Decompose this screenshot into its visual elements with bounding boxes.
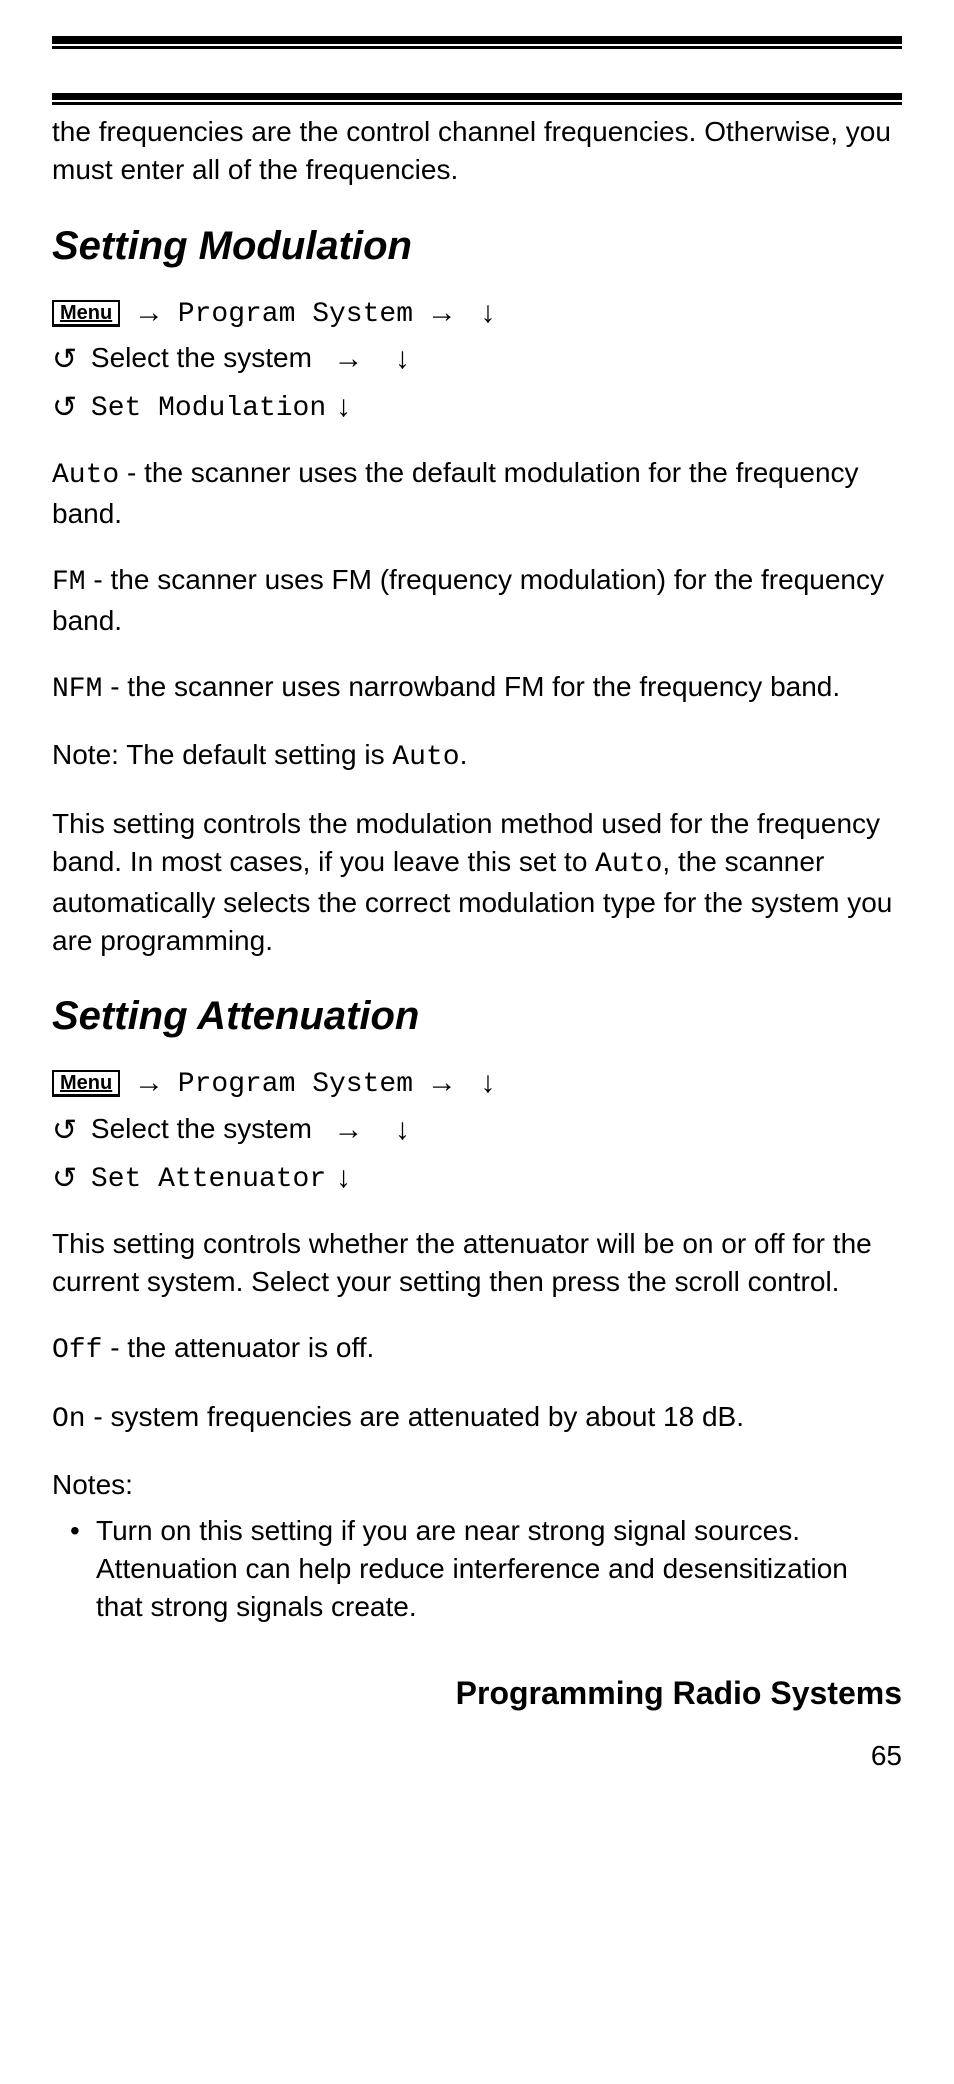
arrow-right-icon: → (427, 1063, 457, 1104)
arrow-down-icon: ↓ (336, 1158, 351, 1199)
page-number: 65 (52, 1737, 902, 1775)
mod-note-line: Note: The default setting is Auto. (52, 736, 902, 777)
nav-line-mod-2: ↺ Select the system → ↓ (52, 339, 902, 381)
heading-setting-modulation: Setting Modulation (52, 219, 902, 273)
nav-text: Select the system (91, 342, 312, 373)
menu-key-icon: Menu (52, 300, 120, 327)
nav-line-att-2: ↺ Select the system → ↓ (52, 1110, 902, 1152)
desc-text: - system frequencies are attenuated by a… (86, 1401, 744, 1432)
mod-fm-line: FM - the scanner uses FM (frequency modu… (52, 561, 902, 640)
desc-text: - the attenuator is off. (102, 1332, 374, 1363)
menu-key-icon: Menu (52, 1070, 120, 1097)
arrow-right-icon: → (134, 1063, 164, 1104)
arrow-right-icon: → (134, 293, 164, 334)
arrow-right-icon: → (333, 339, 363, 380)
att-on-line: On - system frequencies are attenuated b… (52, 1398, 902, 1439)
code-off: Off (52, 1335, 102, 1366)
arrow-down-icon: ↓ (395, 339, 410, 380)
code-auto: Auto (595, 849, 662, 880)
att-intro: This setting controls whether the attenu… (52, 1225, 902, 1301)
code-nfm: NFM (52, 674, 102, 705)
nav-line-att-3: ↺ Set Attenuator ↓ (52, 1158, 902, 1200)
mod-auto-line: Auto - the scanner uses the default modu… (52, 454, 902, 533)
second-rule-1 (52, 93, 902, 100)
list-item: Turn on this setting if you are near str… (96, 1512, 902, 1625)
top-rule-1 (52, 36, 902, 44)
continuation-text: the frequencies are the control channel … (52, 113, 902, 189)
rotate-icon: ↺ (52, 388, 77, 429)
nav-line-mod-1: Menu → Program System → ↓ (52, 293, 902, 334)
second-rule-2 (52, 102, 902, 105)
desc-text: - the scanner uses narrowband FM for the… (102, 671, 840, 702)
page-65: the frequencies are the control channel … (0, 0, 954, 2084)
mod-explanation: This setting controls the modulation met… (52, 805, 902, 959)
desc-text: - the scanner uses FM (frequency modulat… (52, 564, 884, 636)
arrow-down-icon: ↓ (480, 293, 495, 334)
code-fm: FM (52, 567, 86, 598)
notes-label: Notes: (52, 1466, 902, 1504)
nav-text: Set Modulation (91, 393, 326, 424)
notes-list: Turn on this setting if you are near str… (52, 1512, 902, 1625)
arrow-down-icon: ↓ (395, 1110, 410, 1151)
nav-line-mod-3: ↺ Set Modulation ↓ (52, 387, 902, 429)
code-auto: Auto (392, 742, 459, 773)
nav-line-att-1: Menu → Program System → ↓ (52, 1063, 902, 1104)
code-auto: Auto (52, 460, 119, 491)
arrow-down-icon: ↓ (480, 1063, 495, 1104)
arrow-right-icon: → (427, 293, 457, 334)
nav-text: Select the system (91, 1113, 312, 1144)
nav-text: Set Attenuator (91, 1164, 326, 1195)
footer-section-title: Programming Radio Systems (52, 1672, 902, 1715)
rotate-icon: ↺ (52, 340, 77, 381)
code-on: On (52, 1404, 86, 1435)
header-space (52, 49, 902, 93)
note-suffix: . (460, 739, 468, 770)
mod-nfm-line: NFM - the scanner uses narrowband FM for… (52, 668, 902, 709)
rotate-icon: ↺ (52, 1111, 77, 1152)
rotate-icon: ↺ (52, 1159, 77, 1200)
nav-text: Program System (178, 1069, 413, 1100)
arrow-down-icon: ↓ (336, 387, 351, 428)
nav-text: Program System (178, 299, 413, 330)
note-prefix: Note: The default setting is (52, 739, 392, 770)
desc-text: - the scanner uses the default modulatio… (52, 457, 859, 529)
att-off-line: Off - the attenuator is off. (52, 1329, 902, 1370)
heading-setting-attenuation: Setting Attenuation (52, 989, 902, 1043)
arrow-right-icon: → (333, 1110, 363, 1151)
